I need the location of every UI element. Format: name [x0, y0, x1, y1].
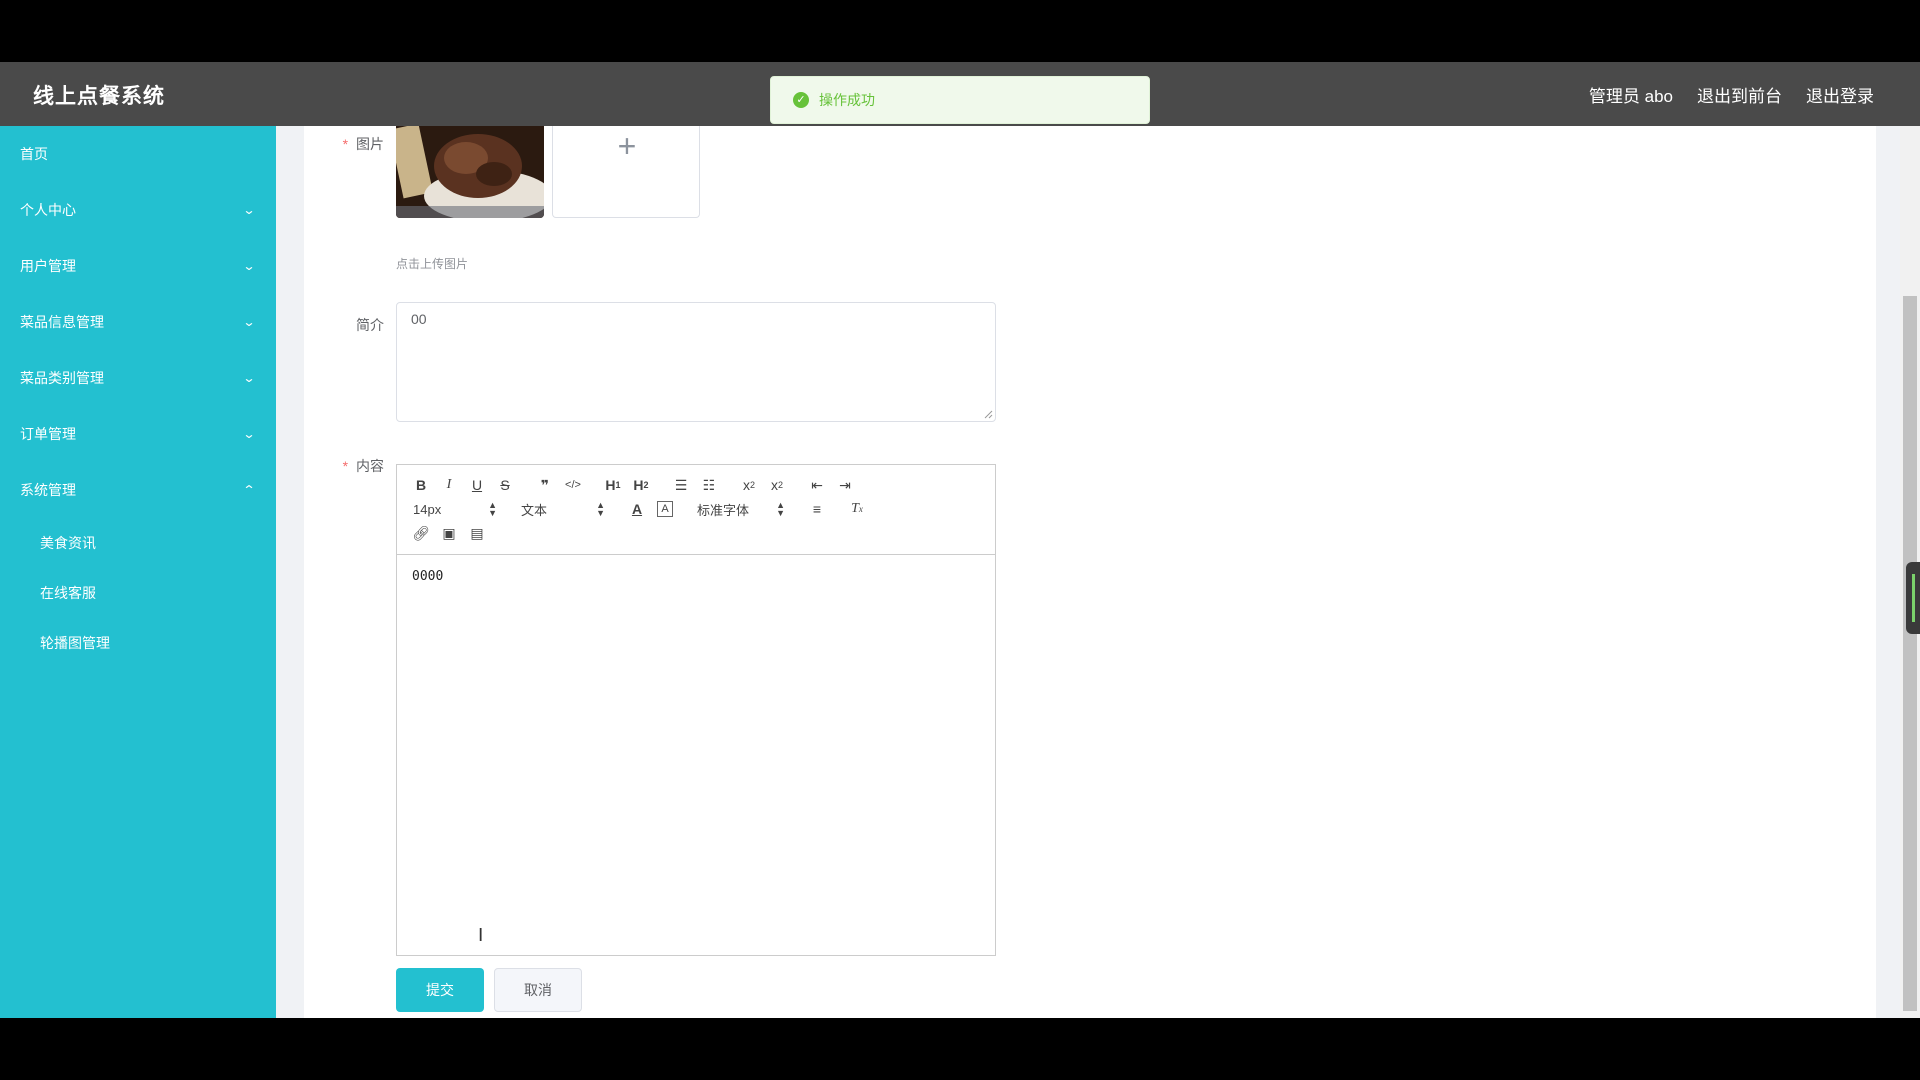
- indent-icon[interactable]: ⇥: [831, 473, 859, 497]
- letterbox-bottom: [0, 1018, 1920, 1080]
- ordered-list-icon[interactable]: ☰: [667, 473, 695, 497]
- chevron-down-icon: ⌄: [242, 259, 256, 273]
- header-links: 管理员 abo 退出到前台 退出登录: [1589, 82, 1874, 107]
- logout-link[interactable]: 退出登录: [1806, 82, 1874, 107]
- sidebar-subitem-food-news[interactable]: 美食资讯: [0, 518, 276, 568]
- editor-content-area[interactable]: 0000: [397, 555, 995, 955]
- text-type-select[interactable]: 文本 ▲ ▼: [515, 497, 611, 521]
- chevron-down-icon: ⌄: [242, 427, 256, 441]
- chevron-down-icon: ⌄: [242, 203, 256, 217]
- admin-user-link[interactable]: 管理员 abo: [1589, 82, 1673, 107]
- sidebar-item-label: 订单管理: [20, 426, 76, 442]
- sidebar-subitem-online-service[interactable]: 在线客服: [0, 568, 276, 618]
- intro-value: 00: [411, 311, 427, 327]
- sidebar-item-order-management[interactable]: 订单管理 ⌄: [0, 406, 276, 462]
- align-icon[interactable]: ≡: [803, 497, 831, 521]
- background-color-icon[interactable]: A: [657, 501, 673, 517]
- side-drawer-handle[interactable]: [1906, 562, 1920, 634]
- sidebar-item-dish-category[interactable]: 菜品类别管理 ⌄: [0, 350, 276, 406]
- font-color-icon[interactable]: A: [623, 497, 651, 521]
- heading2-icon[interactable]: H2: [627, 473, 655, 497]
- select-arrows-icon: ▲ ▼: [596, 500, 605, 518]
- plus-icon: +: [617, 128, 637, 164]
- sidebar-item-system-management[interactable]: 系统管理 ⌃: [0, 462, 276, 518]
- text-cursor-icon: I: [478, 925, 484, 946]
- link-icon[interactable]: 🔗︎: [407, 521, 435, 545]
- upload-hint: 点击上传图片: [396, 257, 469, 271]
- uploaded-dish-image[interactable]: [396, 126, 544, 218]
- app-title: 线上点餐系统: [33, 85, 165, 108]
- sidebar-item-label: 菜品信息管理: [20, 314, 104, 330]
- intro-field-label: 简介: [356, 317, 384, 333]
- sidebar-item-dish-info[interactable]: 菜品信息管理 ⌄: [0, 294, 276, 350]
- strikethrough-icon[interactable]: S: [491, 473, 519, 497]
- editor-toolbar: B I U S ❞ </> H1 H2 ☰ ☷ x2 x2 ⇤ ⇥ 14px ▲…: [397, 465, 995, 555]
- chevron-up-icon: ⌃: [242, 483, 256, 497]
- sidebar-item-label: 系统管理: [20, 482, 76, 498]
- sidebar-item-personal-center[interactable]: 个人中心 ⌄: [0, 182, 276, 238]
- rich-text-editor: B I U S ❞ </> H1 H2 ☰ ☷ x2 x2 ⇤ ⇥ 14px ▲…: [396, 464, 996, 956]
- scrollbar-thumb[interactable]: [1903, 296, 1917, 1011]
- resize-handle-icon[interactable]: [983, 409, 993, 419]
- font-size-select[interactable]: 14px ▲ ▼: [407, 497, 503, 521]
- sidebar-subitem-carousel[interactable]: 轮播图管理: [0, 618, 276, 668]
- sidebar: 首页 个人中心 ⌄ 用户管理 ⌄ 菜品信息管理 ⌄ 菜品类别管理 ⌄ 订单管理 …: [0, 126, 276, 1018]
- italic-icon[interactable]: I: [435, 473, 463, 497]
- sidebar-item-label: 首页: [20, 146, 48, 162]
- font-family-select[interactable]: 标准字体 ▲ ▼: [691, 497, 791, 521]
- heading1-icon[interactable]: H1: [599, 473, 627, 497]
- outdent-icon[interactable]: ⇤: [803, 473, 831, 497]
- select-arrows-icon: ▲ ▼: [776, 500, 785, 518]
- back-to-frontend-link[interactable]: 退出到前台: [1697, 82, 1782, 107]
- submit-button[interactable]: 提交: [396, 968, 484, 1012]
- sidebar-item-user-management[interactable]: 用户管理 ⌄: [0, 238, 276, 294]
- app-window: 线上点餐系统 管理员 abo 退出到前台 退出登录 ✓ 操作成功 首页 个人中心…: [0, 62, 1920, 1018]
- toast-message: 操作成功: [819, 92, 875, 108]
- sidebar-item-label: 用户管理: [20, 258, 76, 274]
- bullet-list-icon[interactable]: ☷: [695, 473, 723, 497]
- chevron-down-icon: ⌄: [242, 371, 256, 385]
- intro-textarea[interactable]: 00: [396, 302, 996, 422]
- select-arrows-icon: ▲ ▼: [488, 500, 497, 518]
- image-field-label: 图片: [304, 134, 384, 154]
- image-icon[interactable]: ▣: [435, 521, 463, 545]
- content-field-label: 内容: [304, 456, 384, 476]
- clear-format-icon[interactable]: Tx: [843, 497, 871, 521]
- image-upload-button[interactable]: +: [552, 126, 700, 218]
- letterbox-top: [0, 0, 1920, 62]
- superscript-icon[interactable]: x2: [763, 473, 791, 497]
- success-toast: ✓ 操作成功: [770, 76, 1150, 124]
- chevron-down-icon: ⌄: [242, 315, 256, 329]
- code-icon[interactable]: </>: [559, 473, 587, 497]
- blockquote-icon[interactable]: ❞: [531, 473, 559, 497]
- sidebar-item-label: 菜品类别管理: [20, 370, 104, 386]
- subscript-icon[interactable]: x2: [735, 473, 763, 497]
- success-check-icon: ✓: [793, 92, 809, 108]
- cancel-button[interactable]: 取消: [494, 968, 582, 1012]
- video-icon[interactable]: ▤: [463, 521, 491, 545]
- bold-icon[interactable]: B: [407, 473, 435, 497]
- editor-content: 0000: [412, 569, 444, 584]
- sidebar-item-label: 个人中心: [20, 202, 76, 218]
- underline-icon[interactable]: U: [463, 473, 491, 497]
- sidebar-item-home[interactable]: 首页: [0, 126, 276, 182]
